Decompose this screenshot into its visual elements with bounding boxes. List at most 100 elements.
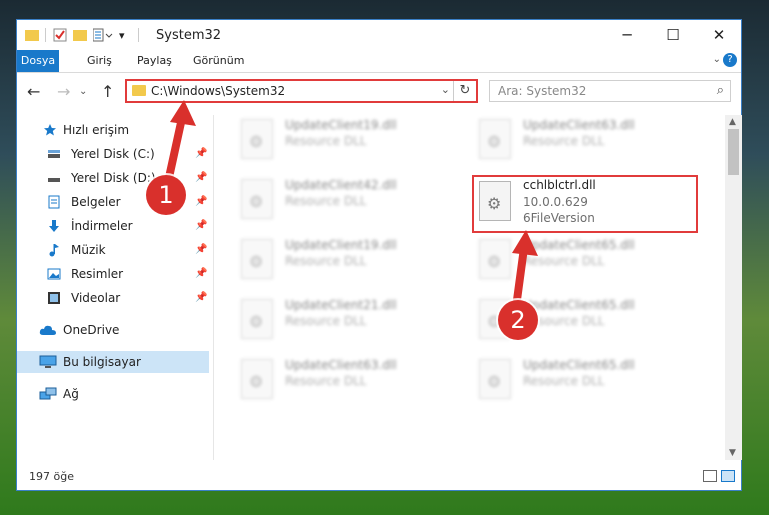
refresh-icon[interactable]: ↻ [453,81,476,101]
vertical-scrollbar[interactable]: ▲ ▼ [725,115,742,460]
file-item[interactable]: ⚙ UpdateClient63.dll Resource DLL [237,357,467,407]
tiles-view-icon[interactable] [721,470,735,482]
file-item[interactable]: ⚙ UpdateClient19.dll Resource DLL [237,117,467,167]
close-button[interactable]: ✕ [696,20,742,50]
computer-icon [39,355,57,368]
sidebar-item-label: Videolar [71,291,121,305]
file-name: UpdateClient63.dll [523,118,635,132]
explorer-window: ▾ System32 ─ ☐ ✕ Dosya Giriş Paylaş Görü… [16,19,742,491]
file-item[interactable]: ⚙ UpdateClient65.dll Resource DLL [475,357,705,407]
file-name: UpdateClient19.dll [285,238,397,252]
drive-icon [48,178,60,182]
file-name: UpdateClient65.dll [523,298,635,312]
file-type: Resource DLL [523,374,605,388]
step-1-badge: 1 [146,175,186,215]
sidebar-item-label: Hızlı erişim [63,123,130,137]
file-name: UpdateClient63.dll [285,358,397,372]
recent-locations-icon[interactable]: ⌄ [79,86,87,97]
sidebar-item-label: Belgeler [71,195,121,209]
sidebar-item-videos[interactable]: Videolar 📌 [17,287,209,309]
dll-file-icon: ⚙ [479,239,511,279]
documents-icon [48,195,60,209]
cloud-icon [39,325,56,335]
file-item[interactable]: ⚙ UpdateClient63.dll Resource DLL [475,117,705,167]
sidebar-item-quick-access[interactable]: Hızlı erişim [17,119,209,141]
back-arrow-icon[interactable]: ← [27,82,40,101]
tab-share[interactable]: Paylaş [131,50,178,72]
file-item[interactable]: ⚙ UpdateClient21.dll Resource DLL [237,297,467,347]
file-type: Resource DLL [285,254,367,268]
file-name: UpdateClient21.dll [285,298,397,312]
sidebar-item-drive-c[interactable]: Yerel Disk (C:) 📌 [17,143,209,165]
sidebar-item-label: Müzik [71,243,106,257]
pin-icon[interactable]: 📌 [195,239,207,261]
maximize-button[interactable]: ☐ [650,20,696,50]
file-name: UpdateClient19.dll [285,118,397,132]
file-name: UpdateClient42.dll [285,178,397,192]
file-list: ⚙ UpdateClient19.dll Resource DLL ⚙ Upda… [217,115,723,460]
file-item[interactable]: ⚙ UpdateClient19.dll Resource DLL [237,237,467,287]
pin-icon[interactable]: 📌 [195,287,207,309]
file-type: Resource DLL [285,194,367,208]
sidebar-item-label: Bu bilgisayar [63,355,141,369]
sidebar-item-onedrive[interactable]: OneDrive [17,319,209,341]
file-highlight-box [472,175,698,233]
pin-icon[interactable]: 📌 [195,167,207,189]
new-folder-icon[interactable] [73,26,87,44]
download-icon [49,220,59,232]
sidebar-item-label: İndirmeler [71,219,133,233]
videos-icon [48,292,60,304]
dll-file-icon: ⚙ [479,119,511,159]
sidebar-item-pictures[interactable]: Resimler 📌 [17,263,209,285]
status-bar: 197 öğe [17,464,741,490]
up-arrow-icon[interactable]: ↑ [101,82,114,101]
forward-arrow-icon[interactable]: → [57,82,70,101]
ribbon: Dosya Giriş Paylaş Görünüm ⌄ ? [17,50,741,73]
help-icon[interactable]: ? [723,53,737,67]
quick-access-menu-icon[interactable] [93,26,113,44]
folder-icon [25,26,39,44]
search-placeholder: Ara: System32 [498,84,587,98]
file-type: Resource DLL [285,314,367,328]
ribbon-expand-icon[interactable]: ⌄ [713,54,721,65]
customize-toolbar-icon[interactable]: ▾ [119,26,125,44]
sidebar-item-downloads[interactable]: İndirmeler 📌 [17,215,209,237]
tab-file[interactable]: Dosya [17,50,59,72]
tab-view[interactable]: Görünüm [187,50,250,72]
tab-home[interactable]: Giriş [81,50,118,72]
sidebar-item-network[interactable]: Ağ [17,383,209,405]
pin-icon[interactable]: 📌 [195,263,207,285]
scroll-down-icon[interactable]: ▼ [729,448,736,458]
star-icon [44,124,56,136]
address-row: ← → ⌄ ↑ C:\Windows\System32 ⌄ ↻ Ara: Sys… [17,73,741,111]
file-type: Resource DLL [285,134,367,148]
details-view-icon[interactable] [703,470,717,482]
title-bar: ▾ System32 ─ ☐ ✕ [17,20,741,50]
minimize-button[interactable]: ─ [604,20,650,50]
search-icon[interactable]: ⌕ [717,83,724,98]
sidebar-item-label: Yerel Disk (D:) [71,171,156,185]
properties-icon[interactable] [53,26,67,44]
address-bar[interactable]: C:\Windows\System32 ⌄ ↻ [125,79,478,103]
file-item[interactable]: ⚙ UpdateClient42.dll Resource DLL [237,177,467,227]
file-name: UpdateClient65.dll [523,238,635,252]
pin-icon[interactable]: 📌 [195,143,207,165]
address-path[interactable]: C:\Windows\System32 [151,84,285,98]
dll-file-icon: ⚙ [479,359,511,399]
network-icon [39,387,57,400]
item-count: 197 öğe [29,470,74,483]
sidebar-item-label: Ağ [63,387,79,401]
sidebar-item-music[interactable]: Müzik 📌 [17,239,209,261]
pin-icon[interactable]: 📌 [195,215,207,237]
pin-icon[interactable]: 📌 [195,191,207,213]
sidebar-item-this-pc[interactable]: Bu bilgisayar [17,351,209,373]
scroll-up-icon[interactable]: ▲ [729,117,736,127]
navigation-pane: Hızlı erişim Yerel Disk (C:) 📌 Yerel Dis… [17,115,213,460]
scroll-thumb[interactable] [728,129,739,175]
sidebar-item-label: OneDrive [63,323,120,337]
chevron-down-icon[interactable]: ⌄ [441,83,450,96]
file-item[interactable]: ⚙ UpdateClient65.dll Resource DLL [475,237,705,287]
file-name: UpdateClient65.dll [523,358,635,372]
search-input[interactable]: Ara: System32 ⌕ [489,80,731,102]
drive-icon [48,150,60,158]
